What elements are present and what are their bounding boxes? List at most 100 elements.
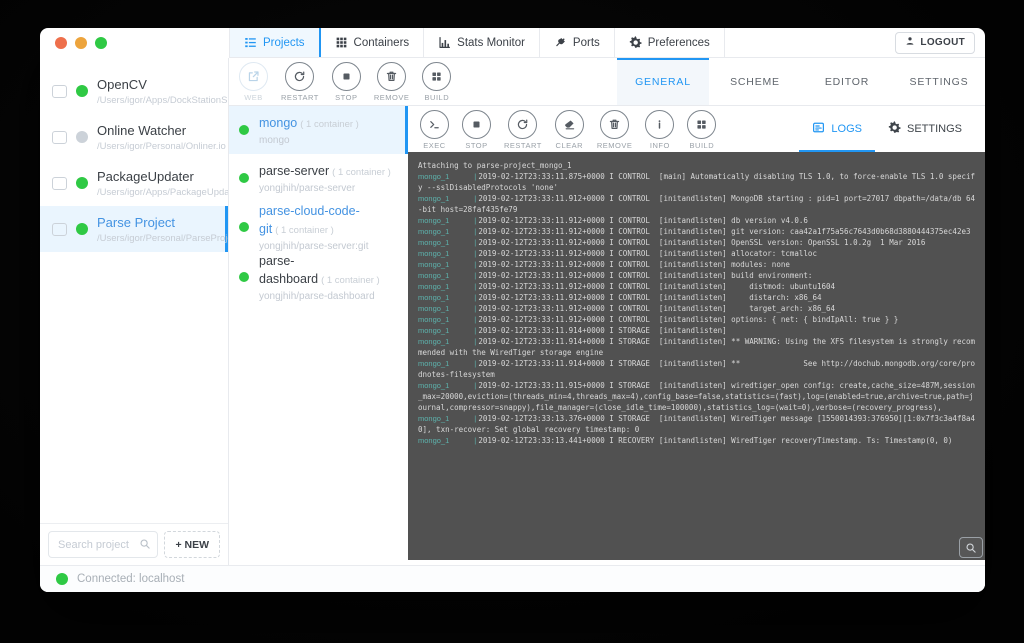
container-clear-button[interactable]: CLEAR	[555, 110, 584, 150]
main-area: OpenCV/Users/igor/Apps/DockStationSiteOn…	[40, 58, 985, 565]
new-project-button[interactable]: + NEW	[164, 531, 220, 558]
project-item-online-watcher[interactable]: Online Watcher/Users/igor/Personal/Onlin…	[40, 114, 228, 160]
container-remove-button[interactable]: REMOVE	[597, 110, 633, 150]
build-grid-icon	[687, 110, 716, 139]
toolbar-button-label: WEB	[244, 93, 263, 102]
container-item-parse-cloud-code-git[interactable]: parse-cloud-code-git( 1 container )yongj…	[229, 202, 408, 252]
project-subtabs: GENERALSCHEMEEDITORSETTINGS	[617, 58, 985, 105]
nav-tab-containers[interactable]: Containers	[321, 28, 425, 57]
preferences-gear-icon	[629, 36, 642, 49]
nav-tab-preferences[interactable]: Preferences	[615, 28, 725, 57]
container-stop-button[interactable]: STOP	[462, 110, 491, 150]
terminal-prompt-icon	[420, 110, 449, 139]
container-status-dot	[239, 125, 249, 135]
project-item-parse-project[interactable]: Parse Project/Users/igor/Personal/ParseP…	[40, 206, 228, 252]
project-name: OpenCV	[97, 77, 228, 92]
stop-square-icon	[462, 110, 491, 139]
panel-tabs: LOGS SETTINGS	[799, 106, 975, 152]
maximize-button[interactable]	[95, 37, 107, 49]
subtab-scheme[interactable]: SCHEME	[709, 58, 801, 105]
toolbar-button-label: RESTART	[504, 141, 542, 150]
project-checkbox[interactable]	[52, 131, 67, 144]
toolbar-button-label: BUILD	[690, 141, 715, 150]
subtab-general[interactable]: GENERAL	[617, 58, 709, 105]
project-path: /Users/igor/Apps/PackageUpdater	[97, 187, 228, 198]
project-build-button[interactable]: BUILD	[422, 62, 451, 105]
app-window: Projects Containers Stats Monitor PortsPref…	[40, 28, 985, 592]
log-container-prefix: mongo_1 |	[418, 227, 478, 236]
log-container-prefix: mongo_1 |	[418, 326, 478, 335]
container-item-mongo[interactable]: mongo( 1 container )mongo	[229, 106, 408, 154]
connection-status-dot	[56, 573, 68, 585]
stats-chart-icon	[438, 36, 451, 49]
project-status-dot	[76, 177, 88, 189]
container-toolbar-row: EXEC STOP RESTART CLEAR REMOVE INFO BUILD LOGS…	[408, 106, 985, 152]
logs-icon	[812, 121, 825, 137]
container-row: mongo( 1 container )mongoparse-server( 1…	[229, 106, 985, 565]
project-toolbar: WEB RESTART STOP REMOVE BUILD	[229, 58, 451, 105]
container-status-dot	[239, 272, 249, 282]
ports-plug-icon	[554, 36, 567, 49]
content-column: WEBRESTARTSTOPREMOVEBUILD GENERALSCHEMEE…	[229, 58, 985, 565]
container-info-button[interactable]: INFO	[645, 110, 674, 150]
nav-tab-ports[interactable]: Ports	[540, 28, 615, 57]
nav-tab-projects[interactable]: Projects	[229, 28, 321, 57]
container-image: yongjhih/parse-dashboard	[259, 291, 408, 302]
toolbar-button-label: RESTART	[281, 93, 319, 102]
container-status-dot	[239, 173, 249, 183]
project-checkbox[interactable]	[52, 223, 67, 236]
project-checkbox[interactable]	[52, 177, 67, 190]
log-output[interactable]: Attaching to parse-project_mongo_1 mongo…	[408, 152, 985, 560]
desktop-background: Projects Containers Stats Monitor PortsPref…	[0, 0, 1024, 643]
nav-tab-stats-monitor[interactable]: Stats Monitor	[424, 28, 540, 57]
toolbar-button-label: REMOVE	[597, 141, 633, 150]
close-button[interactable]	[55, 37, 67, 49]
project-restart-button[interactable]: RESTART	[281, 62, 319, 105]
project-path: /Users/igor/Apps/DockStationSite	[97, 95, 228, 106]
container-count: ( 1 container )	[275, 225, 334, 236]
project-item-packageupdater[interactable]: PackageUpdater/Users/igor/Apps/PackageUp…	[40, 160, 228, 206]
toolbar-button-label: EXEC	[423, 141, 445, 150]
tab-settings[interactable]: SETTINGS	[875, 106, 975, 152]
project-sidebar: OpenCV/Users/igor/Apps/DockStationSiteOn…	[40, 58, 229, 565]
container-item-parse-dashboard[interactable]: parse-dashboard( 1 container ) yongjhih/p…	[229, 252, 408, 302]
log-container-prefix: mongo_1 |	[418, 337, 478, 346]
tab-logs[interactable]: LOGS	[799, 106, 875, 152]
project-path: /Users/igor/Personal/Onliner.io	[97, 141, 226, 152]
projects-list-icon	[244, 36, 257, 49]
container-status-dot	[239, 222, 249, 232]
project-checkbox[interactable]	[52, 85, 67, 98]
container-build-button[interactable]: BUILD	[687, 110, 716, 150]
log-container-prefix: mongo_1 |	[418, 172, 478, 181]
gear-icon	[888, 121, 901, 137]
container-restart-button[interactable]: RESTART	[504, 110, 542, 150]
search-icon	[139, 538, 151, 550]
project-remove-button[interactable]: REMOVE	[374, 62, 410, 105]
container-toolbar: EXEC STOP RESTART CLEAR REMOVE INFO BUILD	[408, 108, 716, 150]
project-item-opencv[interactable]: OpenCV/Users/igor/Apps/DockStationSite	[40, 68, 228, 114]
logout-button[interactable]: LOGOUT	[895, 32, 975, 54]
subtab-settings[interactable]: SETTINGS	[893, 58, 985, 105]
log-search-button[interactable]	[959, 537, 983, 558]
minimize-button[interactable]	[75, 37, 87, 49]
container-panel: EXEC STOP RESTART CLEAR REMOVE INFO BUILD LOGS…	[408, 106, 985, 565]
log-container-prefix: mongo_1 |	[418, 381, 478, 390]
subtab-editor[interactable]: EDITOR	[801, 58, 893, 105]
nav-tab-label: Stats Monitor	[457, 37, 525, 49]
restart-arrows-icon	[285, 62, 314, 91]
container-name: parse-dashboard	[259, 254, 318, 286]
log-container-prefix: mongo_1 |	[418, 293, 478, 302]
nav-tab-label: Projects	[263, 37, 305, 49]
trash-icon	[377, 62, 406, 91]
container-item-parse-server[interactable]: parse-server( 1 container )yongjhih/pars…	[229, 154, 408, 202]
log-container-prefix: mongo_1 |	[418, 216, 478, 225]
container-count: ( 1 container )	[321, 275, 380, 286]
user-icon	[905, 36, 915, 49]
container-exec-button[interactable]: EXEC	[420, 110, 449, 150]
toolbar-button-label: INFO	[650, 141, 670, 150]
trash-icon	[600, 110, 629, 139]
project-stop-button[interactable]: STOP	[332, 62, 361, 105]
project-web-button[interactable]: WEB	[239, 62, 268, 105]
connection-status-text: Connected: localhost	[77, 573, 184, 585]
container-list: mongo( 1 container )mongoparse-server( 1…	[229, 106, 408, 565]
